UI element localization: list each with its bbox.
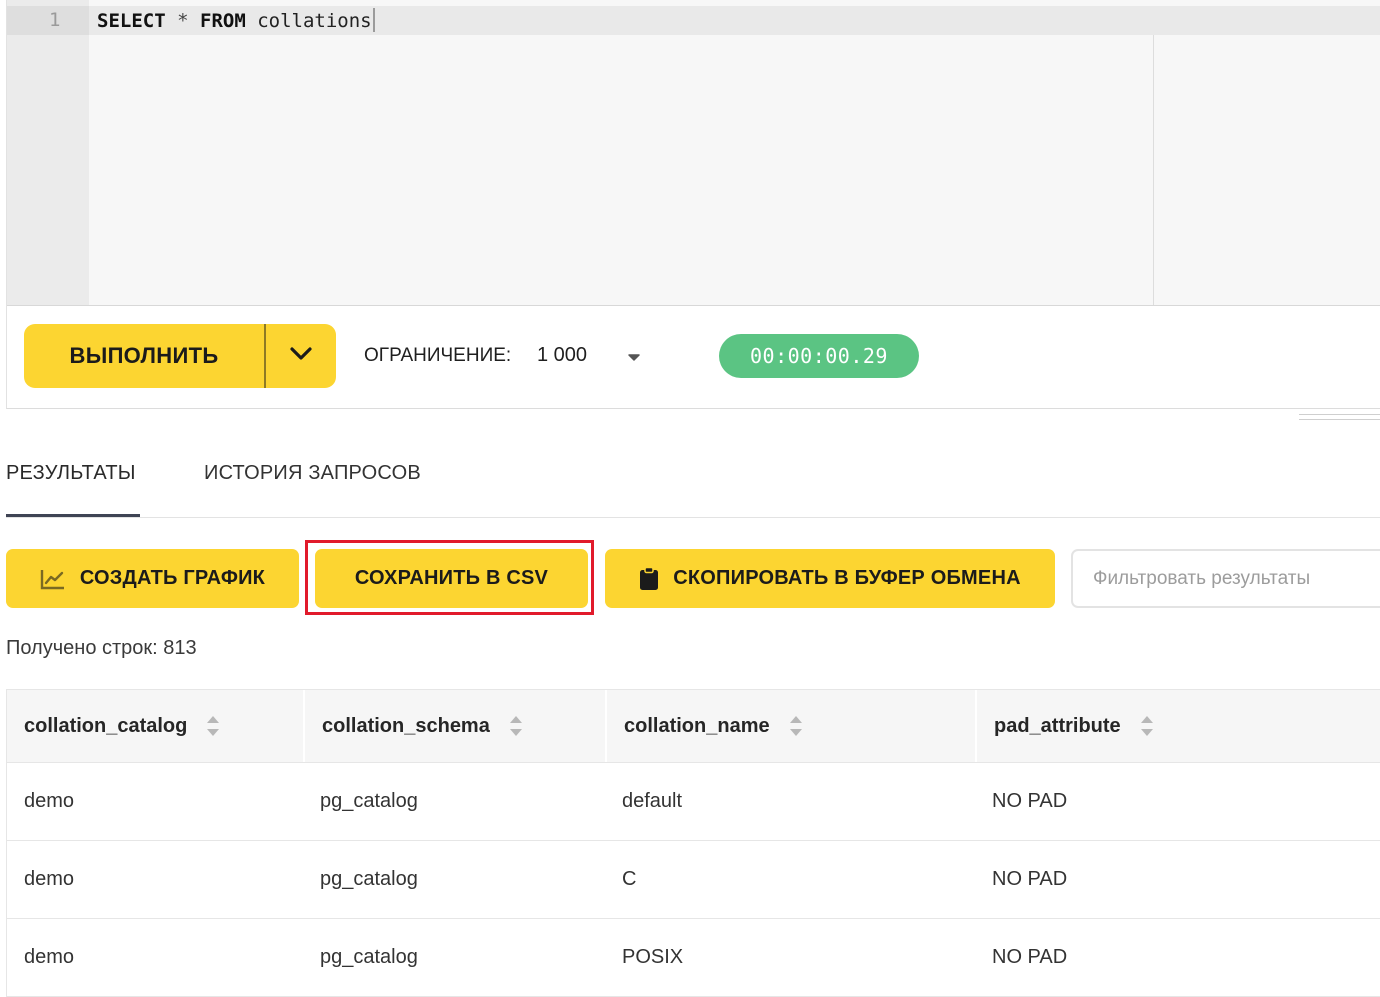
table-cell: demo bbox=[24, 868, 75, 890]
filter-results-input[interactable] bbox=[1071, 549, 1380, 608]
column-header-label: collation_name bbox=[624, 714, 770, 737]
column-header[interactable]: pad_attribute bbox=[975, 690, 1380, 762]
query-toolbar: ВЫПОЛНИТЬ ОГРАНИЧЕНИЕ: 1 000 00:00:00.29 bbox=[6, 306, 1380, 409]
create-chart-label: СОЗДАТЬ ГРАФИК bbox=[79, 567, 266, 589]
sql-query-text[interactable]: SELECT * FROM collations bbox=[97, 8, 375, 32]
chevron-down-icon bbox=[290, 346, 312, 366]
column-header-label: collation_schema bbox=[322, 714, 490, 737]
table-row[interactable]: demo pg_catalog C NO PAD bbox=[7, 841, 1380, 919]
tab-query-history[interactable]: ИСТОРИЯ ЗАПРОСОВ bbox=[204, 462, 421, 485]
column-header[interactable]: collation_schema bbox=[303, 690, 606, 762]
run-button[interactable]: ВЫПОЛНИТЬ bbox=[24, 324, 264, 388]
table-cell: demo bbox=[24, 790, 75, 812]
caret-down-icon[interactable] bbox=[627, 350, 641, 368]
sql-keyword-from: FROM bbox=[200, 10, 246, 32]
result-tabs: РЕЗУЛЬТАТЫ ИСТОРИЯ ЗАПРОСОВ bbox=[6, 440, 1380, 518]
run-options-button[interactable] bbox=[266, 324, 336, 388]
sql-editor[interactable]: 1 SELECT * FROM collations bbox=[6, 0, 1380, 306]
column-header-label: pad_attribute bbox=[994, 714, 1121, 737]
sort-icon[interactable] bbox=[508, 713, 524, 739]
table-cell: NO PAD bbox=[992, 790, 1068, 812]
table-cell: pg_catalog bbox=[320, 868, 418, 890]
active-tab-indicator bbox=[6, 514, 140, 517]
table-row[interactable]: demo pg_catalog default NO PAD bbox=[7, 763, 1380, 841]
copy-to-clipboard-button[interactable]: СКОПИРОВАТЬ В БУФЕР ОБМЕНА bbox=[605, 549, 1055, 608]
table-cell: demo bbox=[24, 946, 75, 968]
run-button-divider bbox=[264, 324, 266, 388]
editor-gutter bbox=[7, 0, 89, 305]
active-line-gutter bbox=[7, 6, 89, 35]
table-cell: C bbox=[622, 868, 637, 890]
tab-results[interactable]: РЕЗУЛЬТАТЫ bbox=[6, 462, 136, 485]
sql-asterisk: * bbox=[177, 10, 189, 32]
run-button-group: ВЫПОЛНИТЬ bbox=[24, 324, 336, 388]
sort-icon[interactable] bbox=[1139, 713, 1155, 739]
table-row[interactable]: demo pg_catalog POSIX NO PAD bbox=[7, 919, 1380, 997]
sql-keyword-select: SELECT bbox=[97, 10, 166, 32]
sort-icon[interactable] bbox=[205, 713, 221, 739]
table-cell: pg_catalog bbox=[320, 790, 418, 812]
line-number: 1 bbox=[49, 9, 61, 31]
line-chart-icon bbox=[40, 568, 66, 590]
column-header-label: collation_catalog bbox=[24, 714, 188, 737]
sort-icon[interactable] bbox=[788, 713, 804, 739]
sql-table-name: collations bbox=[257, 10, 372, 32]
results-table: collation_catalog collation_schema colla… bbox=[6, 689, 1380, 997]
table-cell: default bbox=[622, 790, 683, 812]
table-header: collation_catalog collation_schema colla… bbox=[7, 689, 1380, 763]
limit-select[interactable]: 1 000 bbox=[537, 344, 587, 367]
highlight-box bbox=[305, 540, 594, 615]
limit-label: ОГРАНИЧЕНИЕ: bbox=[364, 345, 512, 366]
create-chart-button[interactable]: СОЗДАТЬ ГРАФИК bbox=[6, 549, 299, 608]
execution-timer: 00:00:00.29 bbox=[719, 334, 919, 378]
text-cursor bbox=[372, 8, 375, 32]
table-cell: NO PAD bbox=[992, 946, 1068, 968]
copy-label: СКОПИРОВАТЬ В БУФЕР ОБМЕНА bbox=[673, 567, 1021, 589]
editor-print-margin bbox=[1153, 35, 1154, 305]
resize-handle[interactable] bbox=[1299, 414, 1380, 426]
table-cell: pg_catalog bbox=[320, 946, 418, 968]
column-header[interactable]: collation_name bbox=[605, 690, 977, 762]
rows-count: Получено строк: 813 bbox=[6, 637, 197, 659]
column-header[interactable]: collation_catalog bbox=[7, 690, 304, 762]
table-cell: NO PAD bbox=[992, 868, 1068, 890]
clipboard-icon bbox=[639, 566, 659, 591]
table-cell: POSIX bbox=[622, 946, 684, 968]
